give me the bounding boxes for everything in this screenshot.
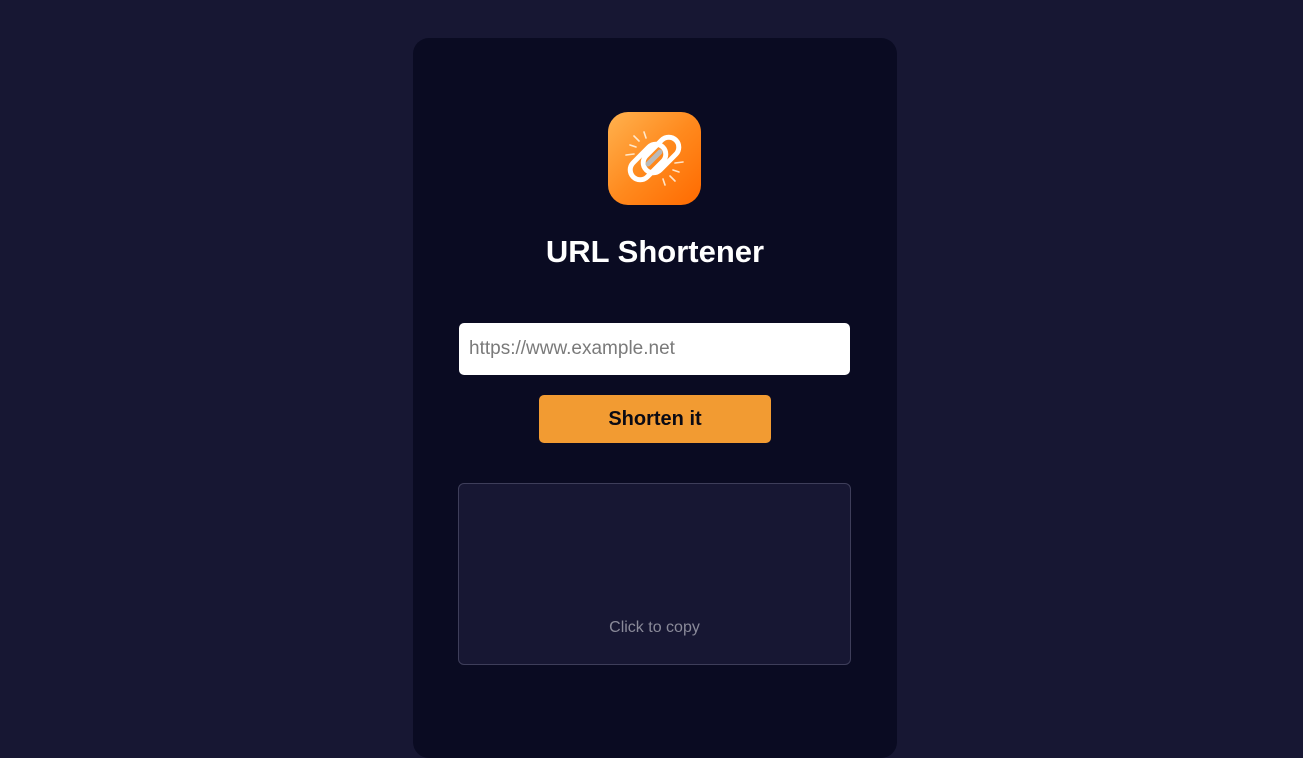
page-title: URL Shortener [545,234,765,269]
url-input[interactable] [459,323,850,375]
shortener-card: URL Shortener Shorten it Click to copy [413,38,897,758]
shorten-button[interactable]: Shorten it [539,395,771,443]
broken-link-icon [608,112,701,205]
copy-hint: Click to copy [609,619,700,636]
result-box[interactable]: Click to copy [458,483,851,665]
